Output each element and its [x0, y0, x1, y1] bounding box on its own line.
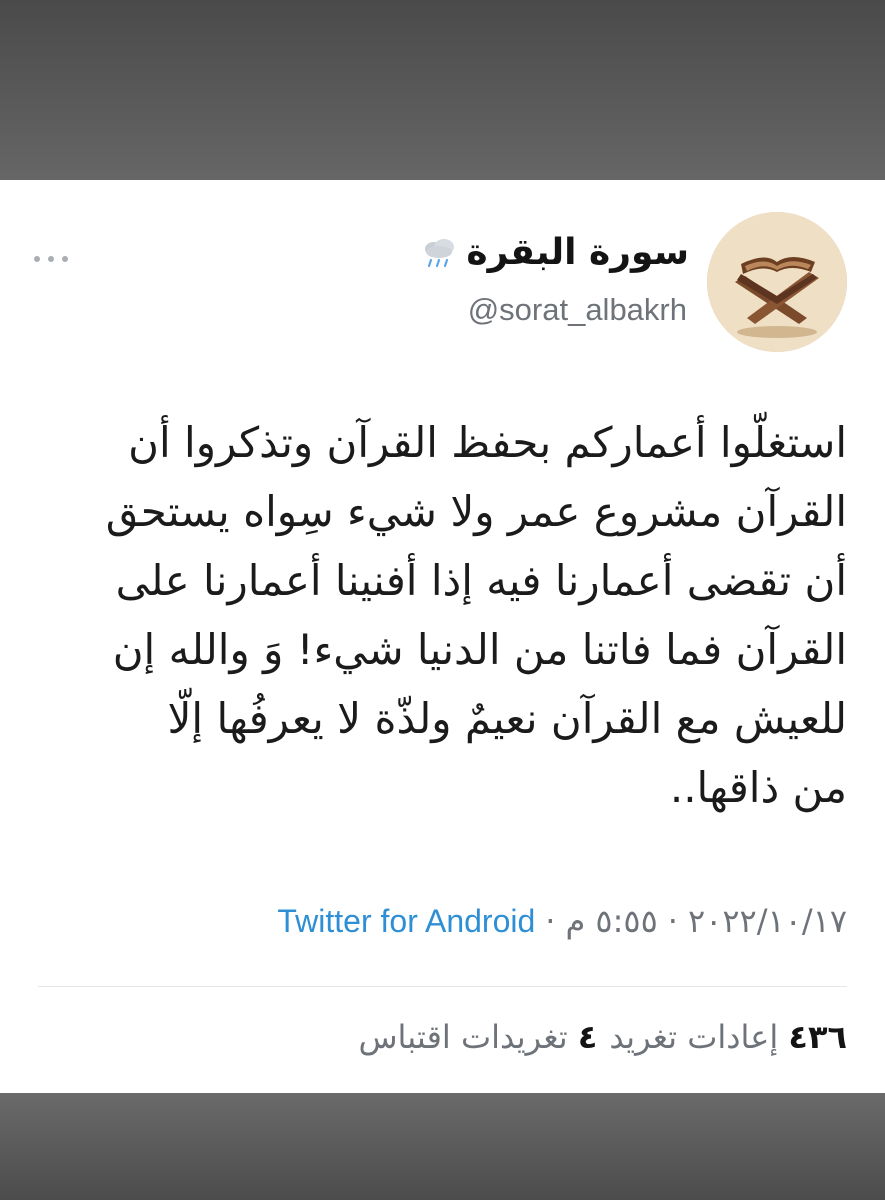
display-name[interactable]: سورة البقرة [420, 232, 689, 273]
tweet-stats: ٤٣٦ إعادات تغريد ٤ تغريدات اقتباس [358, 1018, 847, 1056]
avatar[interactable] [707, 212, 847, 352]
tweet-date: ٢٠٢٢/١٠/١٧ [687, 902, 847, 940]
tweet-source-link[interactable]: Twitter for Android [277, 903, 535, 940]
divider [38, 986, 847, 987]
retweets-label: إعادات تغريد [609, 1018, 779, 1056]
quotes-count: ٤ [577, 1018, 598, 1056]
user-handle[interactable]: @sorat_albakrh [468, 292, 687, 328]
more-dots-icon[interactable] [34, 252, 68, 266]
display-name-text: سورة البقرة [466, 232, 689, 273]
quotes-stat[interactable]: ٤ تغريدات اقتباس [358, 1018, 597, 1056]
quran-stand-icon [707, 212, 847, 352]
tweet-card: سورة البقرة @sorat_albakrh استغلّوا أعما… [0, 180, 885, 1093]
bottom-frame-band [0, 1093, 885, 1200]
meta-separator: · [667, 902, 678, 940]
cloud-with-rain-icon [420, 236, 460, 270]
tweet-time: ٥:٥٥ م [565, 902, 658, 940]
retweets-stat[interactable]: ٤٣٦ إعادات تغريد [609, 1018, 847, 1056]
meta-separator: · [545, 902, 556, 940]
top-frame-band [0, 0, 885, 180]
retweets-count: ٤٣٦ [788, 1018, 847, 1056]
tweet-text: استغلّوا أعماركم بحفظ القرآن وتذكروا أن … [105, 418, 847, 812]
quotes-label: تغريدات اقتباس [358, 1018, 568, 1056]
tweet-meta: ٢٠٢٢/١٠/١٧ · ٥:٥٥ م · Twitter for Androi… [277, 902, 847, 940]
